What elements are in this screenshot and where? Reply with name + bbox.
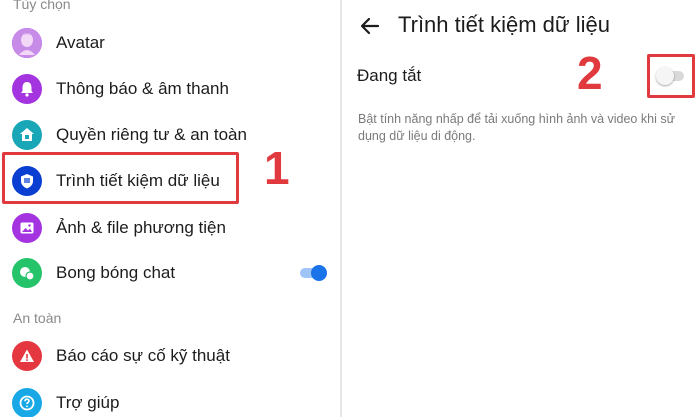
- toggle-knob: [656, 67, 674, 85]
- settings-item-label: Quyền riêng tư & an toàn: [56, 125, 247, 144]
- settings-item-notifications[interactable]: Thông báo & âm thanh: [0, 66, 340, 112]
- settings-item-label: Avatar: [56, 33, 105, 52]
- image-icon: [12, 213, 42, 243]
- warning-icon: [12, 341, 42, 371]
- settings-item-label: Bong bóng chat: [56, 263, 176, 282]
- settings-item-help[interactable]: Trợ giúp: [0, 380, 340, 417]
- page-title: Trình tiết kiệm dữ liệu: [398, 12, 610, 37]
- home-lock-icon: [12, 120, 42, 150]
- data-saver-description: Bật tính năng nhấp để tải xuống hình ảnh…: [358, 112, 675, 143]
- settings-item-media[interactable]: Ảnh & file phương tiện: [0, 205, 340, 251]
- step-number-2: 2: [577, 47, 603, 99]
- settings-item-label: Ảnh & file phương tiện: [56, 218, 226, 237]
- settings-item-chat-bubbles[interactable]: Bong bóng chat: [0, 250, 340, 296]
- settings-item-label: Trợ giúp: [56, 393, 120, 412]
- settings-item-avatar[interactable]: Avatar: [0, 20, 340, 66]
- toggle-knob: [311, 265, 327, 281]
- data-saver-toggle[interactable]: [656, 67, 686, 85]
- chat-bubbles-toggle[interactable]: [298, 264, 327, 282]
- step-number-1: 1: [264, 142, 290, 194]
- back-arrow-icon[interactable]: [358, 14, 382, 38]
- help-icon: [12, 388, 42, 417]
- settings-item-label: Thông báo & âm thanh: [56, 79, 229, 98]
- avatar-icon: [12, 28, 42, 58]
- settings-item-label: Báo cáo sự cố kỹ thuật: [56, 346, 230, 365]
- settings-item-report-problem[interactable]: Báo cáo sự cố kỹ thuật: [0, 333, 340, 379]
- bell-icon: [12, 74, 42, 104]
- highlight-box-step1: [2, 152, 239, 204]
- chat-bubble-icon: [12, 258, 42, 288]
- section-header-options: Tùy chọn: [13, 0, 71, 12]
- section-header-safety: An toàn: [13, 310, 62, 326]
- data-saver-status-label: Đang tắt: [357, 66, 422, 85]
